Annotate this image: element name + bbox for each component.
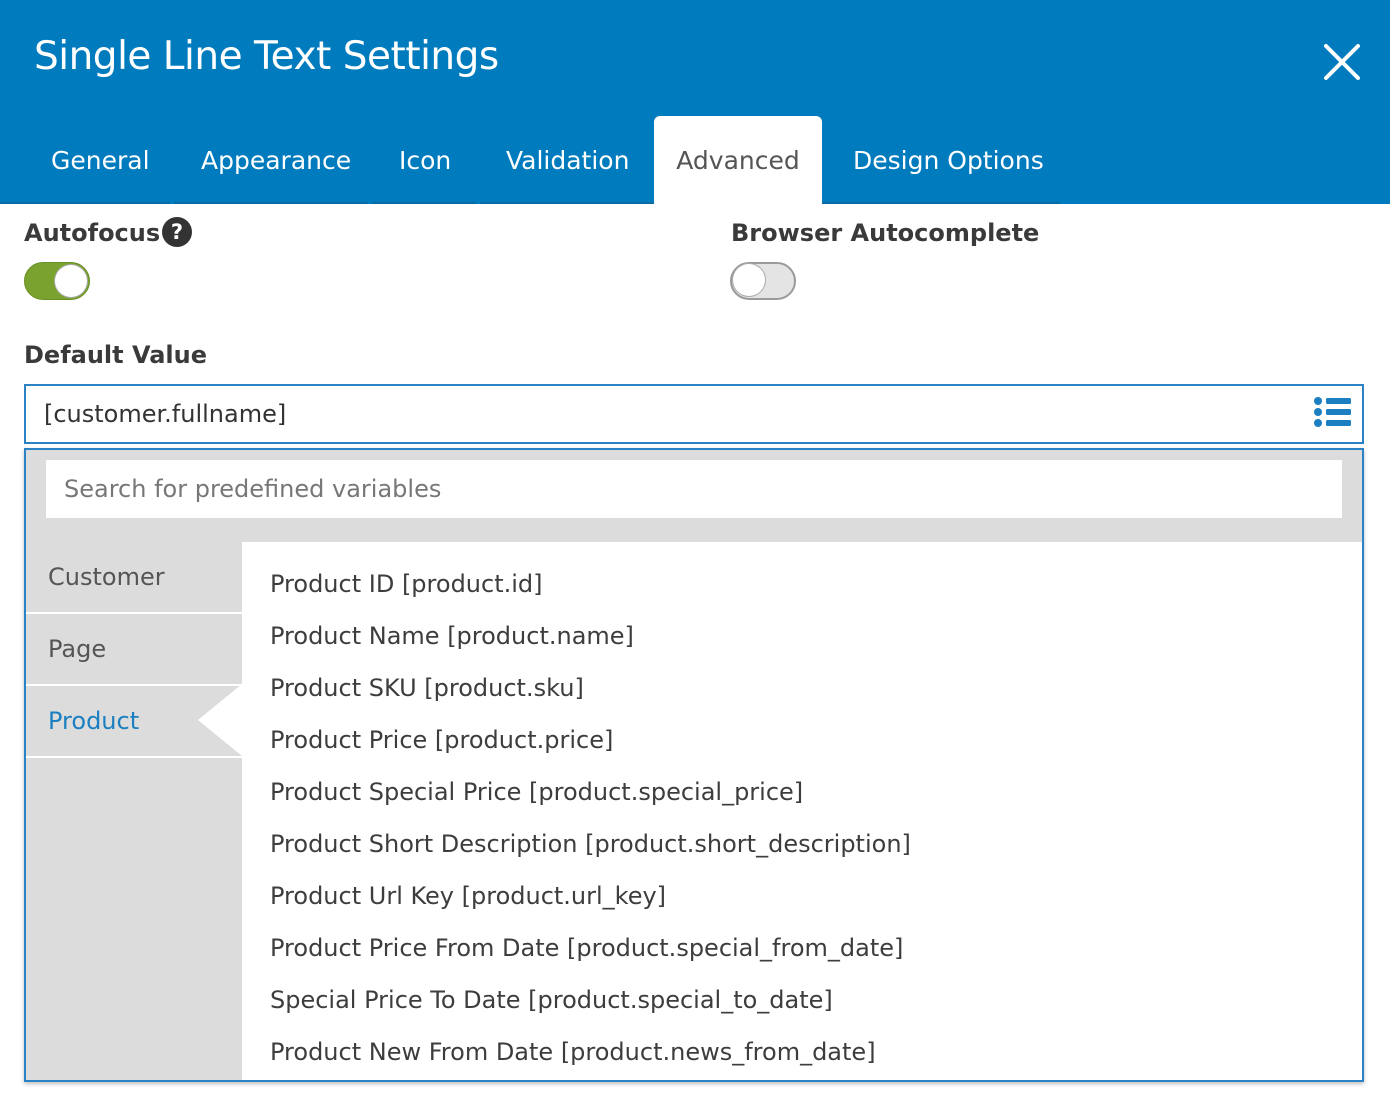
variable-item[interactable]: Product Short Description [product.short…: [270, 830, 911, 858]
tab-icon[interactable]: Icon: [399, 116, 451, 204]
variable-item[interactable]: Product Price [product.price]: [270, 726, 613, 754]
variable-list: Product ID [product.id] Product Name [pr…: [242, 542, 1362, 1080]
variable-item[interactable]: Product Name [product.name]: [270, 622, 634, 650]
tab-appearance[interactable]: Appearance: [201, 116, 351, 204]
tab-divider: [822, 202, 1060, 204]
variable-item[interactable]: Product Url Key [product.url_key]: [270, 882, 666, 910]
dialog-header: Single Line Text Settings General Appear…: [0, 0, 1390, 204]
tab-design-options[interactable]: Design Options: [853, 116, 1044, 204]
category-divider: [26, 756, 242, 758]
tab-divider: [372, 202, 476, 204]
default-value-label: Default Value: [24, 341, 208, 369]
autofocus-label: Autofocus: [24, 219, 161, 247]
tab-advanced[interactable]: Advanced: [654, 116, 822, 204]
default-value-input[interactable]: [customer.fullname]: [24, 384, 1364, 444]
variable-item[interactable]: Product New From Date [product.news_from…: [270, 1038, 876, 1066]
autofocus-toggle[interactable]: [24, 262, 90, 300]
tab-divider: [0, 202, 170, 204]
variable-item[interactable]: Product ID [product.id]: [270, 570, 543, 598]
tab-divider: [480, 202, 654, 204]
toggle-knob: [55, 265, 87, 297]
active-category-pointer: [198, 684, 242, 756]
variables-dropdown: Search for predefined variables Customer…: [24, 448, 1364, 1082]
browser-autocomplete-toggle[interactable]: [730, 262, 796, 300]
tab-validation[interactable]: Validation: [506, 116, 629, 204]
variable-item[interactable]: Product Special Price [product.special_p…: [270, 778, 803, 806]
list-icon[interactable]: [1313, 396, 1353, 428]
category-customer[interactable]: Customer: [26, 542, 242, 612]
variable-item[interactable]: Special Price To Date [product.special_t…: [270, 986, 833, 1014]
tab-general[interactable]: General: [51, 116, 150, 204]
tab-bar: General Appearance Icon Validation Advan…: [0, 116, 1390, 204]
dialog-title: Single Line Text Settings: [34, 34, 499, 79]
browser-autocomplete-label: Browser Autocomplete: [731, 219, 1040, 247]
question-circle-icon[interactable]: ?: [162, 217, 192, 247]
toggle-knob: [733, 264, 765, 296]
tab-divider: [174, 202, 368, 204]
category-page[interactable]: Page: [26, 614, 242, 684]
close-icon[interactable]: [1320, 40, 1364, 84]
variables-search-input[interactable]: Search for predefined variables: [46, 460, 1342, 518]
variable-item[interactable]: Product SKU [product.sku]: [270, 674, 584, 702]
variable-item[interactable]: Product Price From Date [product.special…: [270, 934, 903, 962]
